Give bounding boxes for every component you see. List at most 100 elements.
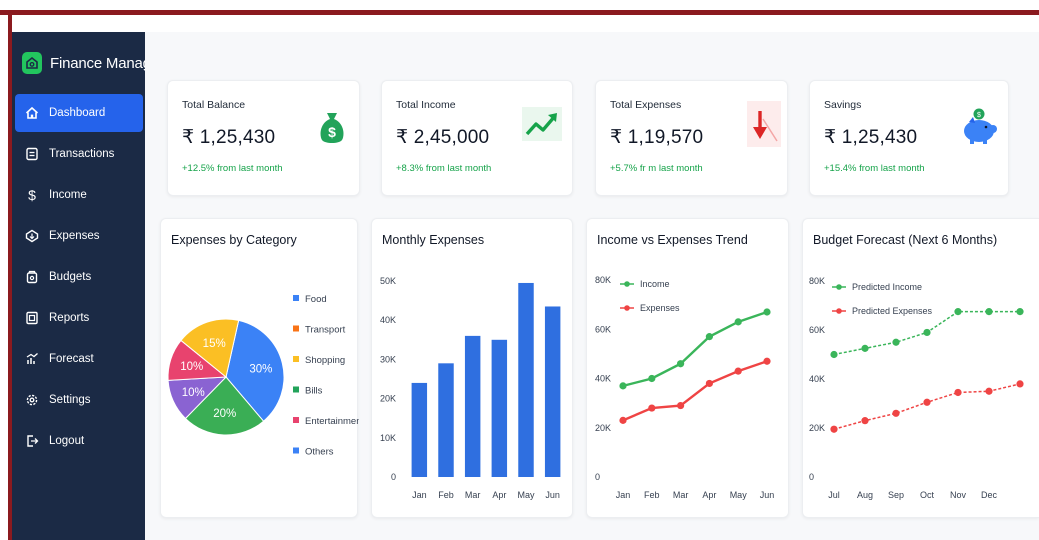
legend-label: Predicted Income	[852, 282, 922, 292]
stat-card-total-balance[interactable]: Total Balance ₹ 1,25,430 +12.5% from las…	[167, 80, 360, 196]
data-point	[830, 350, 838, 359]
sidebar-item-budgets[interactable]: Budgets	[15, 258, 143, 296]
stat-value: ₹ 1,19,570	[610, 127, 704, 148]
series-line	[622, 310, 768, 388]
legend-label: Others	[305, 447, 334, 458]
x-tick-label: Jun	[545, 490, 560, 500]
data-point	[861, 417, 869, 425]
data-point	[763, 357, 771, 365]
stat-change: +15.4% from last month	[824, 163, 925, 174]
x-tick-label: Jul	[828, 490, 840, 500]
money-bag-icon: $	[318, 109, 346, 150]
pie-slice-label: 15%	[203, 338, 226, 350]
dollar-icon: $	[28, 187, 36, 203]
y-tick-label: 60K	[809, 325, 825, 335]
legend-label: Bills	[305, 386, 323, 397]
y-tick-label: 40K	[595, 374, 611, 384]
data-point	[648, 404, 656, 412]
data-point	[763, 308, 771, 316]
sidebar-item-label: Income	[49, 189, 87, 201]
forecast-chart: 0 20K 40K 60K 80K Jul Aug Sep Oct Nov Dec Predicted…	[809, 276, 1024, 500]
chart-card-expenses-by-category: Expenses by Category 30% 20% 10% 10% 15% Food…	[160, 218, 359, 518]
data-point	[954, 308, 962, 316]
legend-swatch	[293, 386, 299, 393]
y-tick-label: 80K	[809, 276, 825, 286]
sidebar-item-label: Budgets	[49, 271, 92, 283]
data-point	[734, 367, 742, 375]
bar	[438, 363, 454, 477]
x-tick-label: Mar	[465, 490, 481, 500]
series-line	[622, 360, 768, 422]
sidebar-item-logout[interactable]: Logout	[15, 422, 143, 460]
legend-label: Shopping	[305, 355, 345, 366]
chart-card-income-vs-expenses: Income vs Expenses Trend 0 20K 40K 60K 80K Ja…	[586, 218, 789, 518]
brand[interactable]: Finance Manager	[22, 50, 164, 76]
sidebar-item-label: Logout	[49, 435, 85, 447]
sidebar-item-forecast[interactable]: Forecast	[15, 340, 143, 378]
x-tick-label: Aug	[857, 490, 873, 500]
data-point	[923, 398, 931, 406]
pie-chart: 30%20%10%10%15%FoodTransportShoppingBill…	[167, 294, 359, 458]
pie-slice-label: 10%	[180, 361, 203, 373]
x-tick-label: Jan	[616, 490, 631, 500]
y-tick-label: 0	[809, 472, 814, 482]
pie-slice-label: 30%	[249, 363, 272, 375]
trend-down-icon	[747, 101, 781, 152]
y-tick-label: 20K	[380, 394, 396, 404]
data-point	[954, 388, 962, 397]
x-tick-label: Feb	[438, 490, 454, 500]
sidebar-item-transactions[interactable]: Transactions	[15, 135, 143, 173]
legend-label: Entertainment	[305, 416, 359, 427]
app-window: Finance Manager Dashboard Transactions $…	[0, 0, 1039, 540]
legend-marker	[624, 305, 630, 311]
bar	[518, 282, 534, 477]
data-point	[1016, 308, 1024, 316]
stat-card-total-expenses[interactable]: Total Expenses ₹ 1,19,570 +5.7% fr m las…	[595, 80, 788, 196]
report-icon	[24, 310, 40, 326]
data-point	[734, 318, 742, 326]
y-tick-label: 40K	[809, 374, 825, 384]
sidebar-item-dashboard[interactable]: Dashboard	[15, 94, 143, 132]
y-tick-label: 20K	[809, 423, 825, 433]
y-tick-label: 40K	[380, 315, 396, 325]
y-tick-label: 0	[595, 472, 600, 482]
data-point	[705, 333, 713, 341]
stat-change: +12.5% from last month	[182, 163, 283, 174]
data-point	[892, 409, 900, 417]
stat-change: +8.3% from last month	[396, 163, 492, 174]
sidebar-item-income[interactable]: $ Income	[15, 176, 143, 214]
top-border	[0, 10, 1039, 15]
x-tick-label: Jan	[412, 490, 427, 500]
data-point	[619, 382, 627, 390]
legend-label: Food	[305, 294, 327, 305]
x-tick-label: May	[517, 490, 535, 500]
sidebar-item-expenses[interactable]: Expenses	[15, 217, 143, 255]
svg-text:$: $	[977, 112, 981, 119]
legend-swatch	[293, 447, 299, 454]
sidebar-item-settings[interactable]: Settings	[15, 381, 143, 419]
chart-card-budget-forecast: Budget Forecast (Next 6 Months) 0 20K 40K 6…	[802, 218, 1039, 518]
gear-icon	[24, 392, 40, 408]
legend-marker	[836, 308, 842, 314]
trend-up-icon	[522, 107, 562, 146]
bar	[464, 335, 481, 477]
sidebar-item-label: Forecast	[49, 353, 94, 365]
y-tick-label: 0	[391, 472, 396, 482]
stat-card-total-income[interactable]: Total Income ₹ 2,45,000 +8.3% from last …	[381, 80, 573, 196]
chart-card-monthly-expenses: Monthly Expenses 0 10K 20K 30K 40K 50K Jan Feb M…	[371, 218, 573, 518]
data-point	[677, 360, 685, 368]
pie-slice-label: 20%	[213, 408, 236, 420]
home-icon	[24, 105, 40, 121]
data-point	[648, 374, 656, 383]
sidebar-item-reports[interactable]: Reports	[15, 299, 143, 337]
sidebar-item-label: Expenses	[49, 230, 100, 242]
legend-label: Predicted Expenses	[852, 306, 933, 316]
stat-title: Total Balance	[182, 99, 246, 111]
main-content: Total Balance ₹ 1,25,430 +12.5% from las…	[145, 32, 1039, 540]
stat-card-savings[interactable]: Savings ₹ 1,25,430 +15.4% from last mont…	[809, 80, 1009, 196]
list-icon	[24, 146, 40, 162]
legend-label: Expenses	[640, 303, 680, 313]
bar	[411, 382, 428, 477]
logout-icon	[24, 433, 40, 449]
brand-logo-icon	[22, 52, 42, 74]
